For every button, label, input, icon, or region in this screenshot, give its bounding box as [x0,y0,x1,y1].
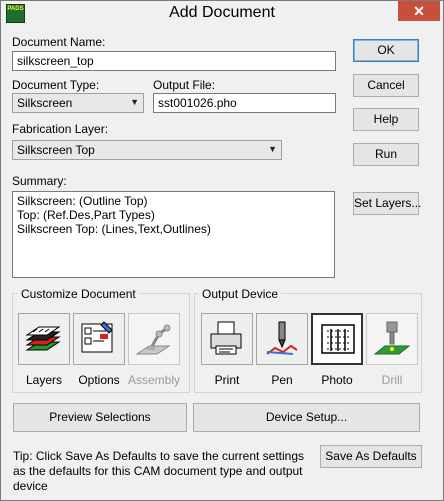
help-button[interactable]: Help [353,108,419,131]
save-as-defaults-button[interactable]: Save As Defaults [320,445,422,468]
document-type-select[interactable]: Silkscreen ▼ [12,93,144,113]
output-file-label: Output File: [153,78,216,92]
printer-icon [210,321,242,355]
options-button[interactable] [73,313,125,365]
output-file-input[interactable]: sst001026.pho [153,93,336,113]
pen-plotter-icon [266,321,298,355]
summary-line: Top: (Ref.Des,Part Types) [17,208,155,222]
print-label: Print [214,373,240,387]
customize-document-title: Customize Document [18,287,139,301]
tip-text: Tip: Click Save As Defaults to save the … [13,449,305,493]
document-type-label: Document Type: [12,78,100,92]
document-type-value: Silkscreen [17,96,73,110]
summary-label: Summary: [12,174,67,188]
options-label: Options [78,373,120,387]
pen-label: Pen [271,373,293,387]
output-device-title: Output Device [199,287,282,301]
document-name-input[interactable]: silkscreen_top [12,51,336,71]
ok-button[interactable]: OK [353,39,419,62]
drill-label: Drill [381,373,403,387]
fabrication-layer-value: Silkscreen Top [17,143,95,157]
options-icon [81,321,113,353]
set-layers-button[interactable]: Set Layers... [353,192,421,215]
chevron-down-icon: ▼ [268,144,277,154]
fabrication-layer-select[interactable]: Silkscreen Top ▼ [12,140,282,160]
close-icon: ✕ [413,3,425,19]
drill-icon [373,321,411,355]
device-setup-button[interactable]: Device Setup... [193,403,420,432]
run-button[interactable]: Run [353,143,419,166]
summary-line: Silkscreen Top: (Lines,Text,Outlines) [17,222,211,236]
preview-selections-button[interactable]: Preview Selections [13,403,187,432]
photo-plotter-icon [321,324,355,354]
document-name-label: Document Name: [12,35,106,49]
assembly-label: Assembly [127,373,180,387]
close-button[interactable]: ✕ [398,1,440,21]
layers-icon [25,326,61,351]
cancel-button[interactable]: Cancel [353,74,419,97]
layers-label: Layers [25,373,63,387]
chevron-down-icon: ▼ [130,97,139,107]
drill-device-button[interactable] [366,313,418,365]
add-document-dialog: PADS Add Document ✕ Document Name: silks… [0,0,444,501]
photo-label: Photo [321,373,353,387]
layers-button[interactable] [18,313,70,365]
photo-device-button[interactable] [311,313,363,365]
pen-device-button[interactable] [256,313,308,365]
print-device-button[interactable] [201,313,253,365]
assembly-button[interactable] [128,313,180,365]
title-bar: PADS Add Document ✕ [1,1,443,25]
assembly-icon [135,324,171,355]
fabrication-layer-label: Fabrication Layer: [12,122,109,136]
summary-line: Silkscreen: (Outline Top) [17,194,148,208]
summary-box[interactable]: Silkscreen: (Outline Top) Top: (Ref.Des,… [12,191,335,278]
window-title: Add Document [169,4,275,21]
